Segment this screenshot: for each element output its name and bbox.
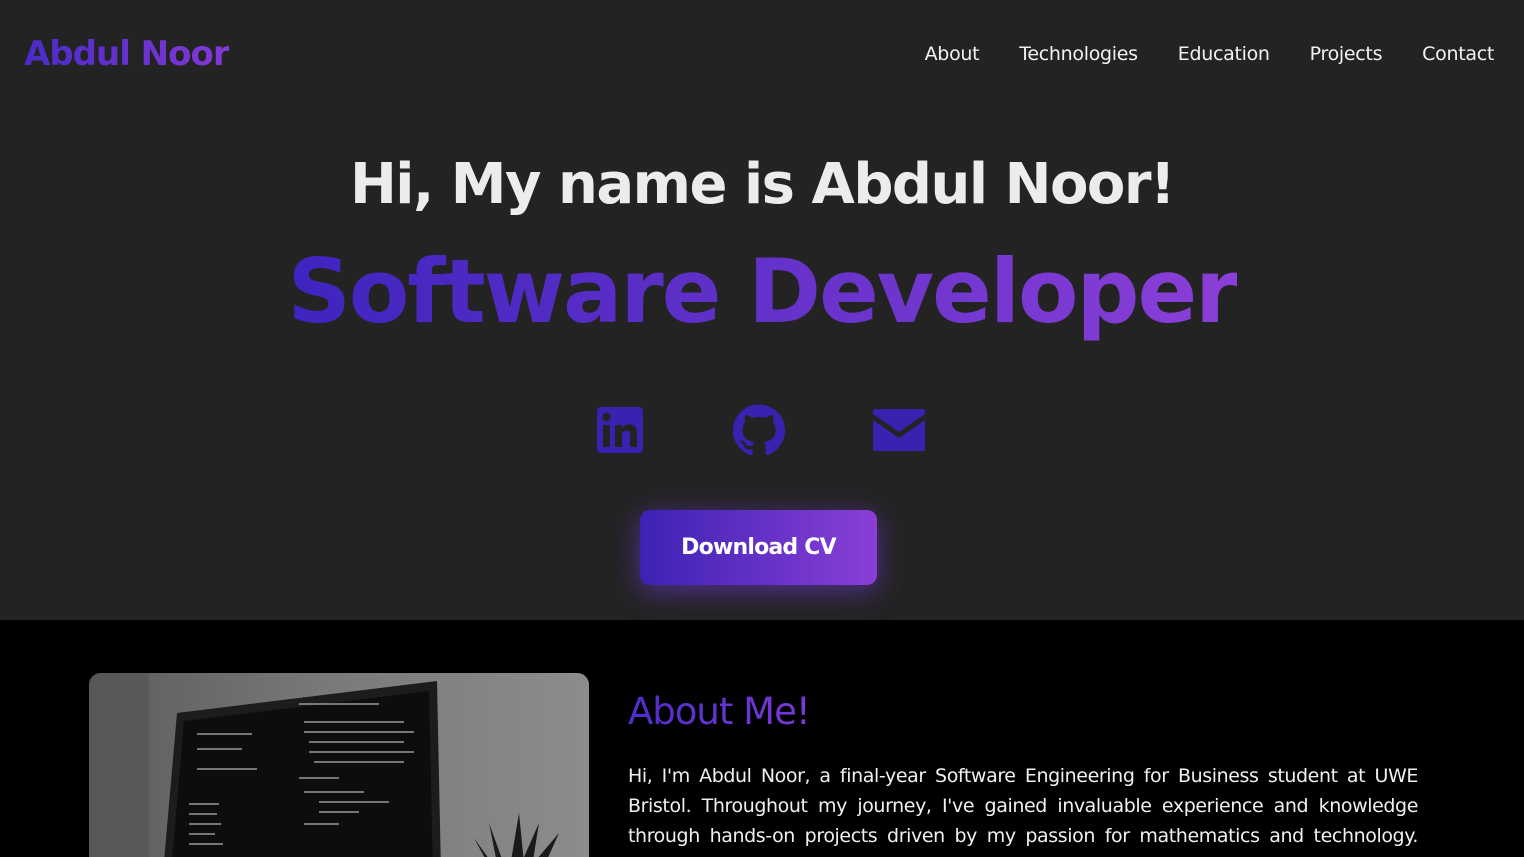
email-icon[interactable] <box>871 403 927 457</box>
social-links <box>594 403 934 459</box>
nav-link-technologies[interactable]: Technologies <box>1019 43 1138 65</box>
hero-section: Abdul Noor About Technologies Education … <box>0 0 1524 620</box>
nav-link-education[interactable]: Education <box>1178 43 1270 65</box>
site-logo[interactable]: Abdul Noor <box>24 34 230 74</box>
about-title: About Me! <box>628 690 811 733</box>
about-paragraph: Hi, I'm Abdul Noor, a final-year Softwar… <box>628 765 1418 857</box>
download-cv-button[interactable]: Download CV <box>640 510 877 585</box>
nav-link-about[interactable]: About <box>925 43 980 65</box>
hero-role-text: Software Developer <box>287 240 1238 343</box>
hero-role: Software Developer <box>0 242 1524 342</box>
linkedin-icon[interactable] <box>594 403 648 457</box>
nav-link-contact[interactable]: Contact <box>1422 43 1494 65</box>
nav-link-projects[interactable]: Projects <box>1310 43 1383 65</box>
about-laptop-image <box>89 673 589 857</box>
hero-greeting: Hi, My name is Abdul Noor! <box>349 152 1176 217</box>
github-icon[interactable] <box>732 403 786 457</box>
main-nav: About Technologies Education Projects Co… <box>925 43 1495 65</box>
